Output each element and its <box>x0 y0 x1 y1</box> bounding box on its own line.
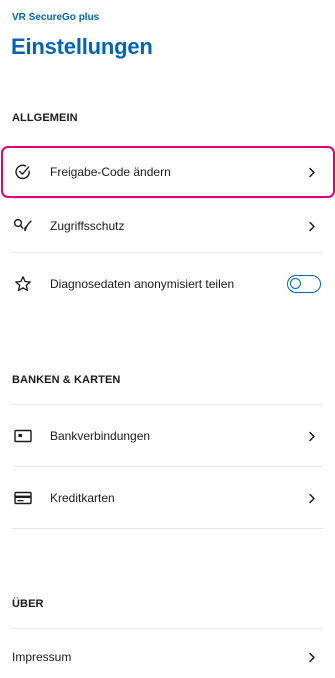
bank-account-icon <box>12 425 34 447</box>
settings-item-label: Freigabe-Code ändern <box>50 164 171 179</box>
divider <box>12 198 323 199</box>
divider <box>12 466 323 467</box>
chevron-right-icon <box>305 429 319 443</box>
chevron-right-icon <box>305 165 319 179</box>
page-title: Einstellungen <box>11 34 153 59</box>
diagnostics-toggle[interactable] <box>287 275 321 293</box>
section-header-banks: BANKEN & KARTEN <box>12 374 121 386</box>
access-protection-icon <box>12 215 34 237</box>
check-circle-icon <box>12 161 34 183</box>
divider <box>12 252 323 253</box>
chevron-right-icon <box>305 219 319 233</box>
settings-item-label: Kreditkarten <box>50 490 115 505</box>
chevron-right-icon <box>305 650 319 664</box>
settings-item-diagnosedaten: Diagnosedaten anonymisiert teilen <box>12 264 323 304</box>
toggle-knob <box>290 278 301 289</box>
section-header-general: ALLGEMEIN <box>12 112 78 124</box>
settings-item-label: Diagnosedaten anonymisiert teilen <box>50 276 235 291</box>
section-header-about: ÜBER <box>12 598 44 610</box>
settings-item-label: Zugriffsschutz <box>50 218 125 233</box>
chevron-right-icon <box>305 491 319 505</box>
settings-item-bankverbindungen[interactable]: Bankverbindungen <box>12 424 323 448</box>
divider <box>12 628 323 629</box>
settings-item-label: Impressum <box>12 649 72 664</box>
divider <box>12 404 323 405</box>
settings-item-freigabe-code[interactable]: Freigabe-Code ändern <box>12 160 323 184</box>
settings-item-kreditkarten[interactable]: Kreditkarten <box>12 486 323 510</box>
credit-card-icon <box>12 487 34 509</box>
divider <box>12 528 323 529</box>
settings-item-label: Bankverbindungen <box>50 428 151 443</box>
settings-item-zugriffsschutz[interactable]: Zugriffsschutz <box>12 214 323 238</box>
settings-item-impressum[interactable]: Impressum <box>12 646 323 668</box>
star-icon <box>12 273 34 295</box>
app-name: VR SecureGo plus <box>12 12 100 23</box>
